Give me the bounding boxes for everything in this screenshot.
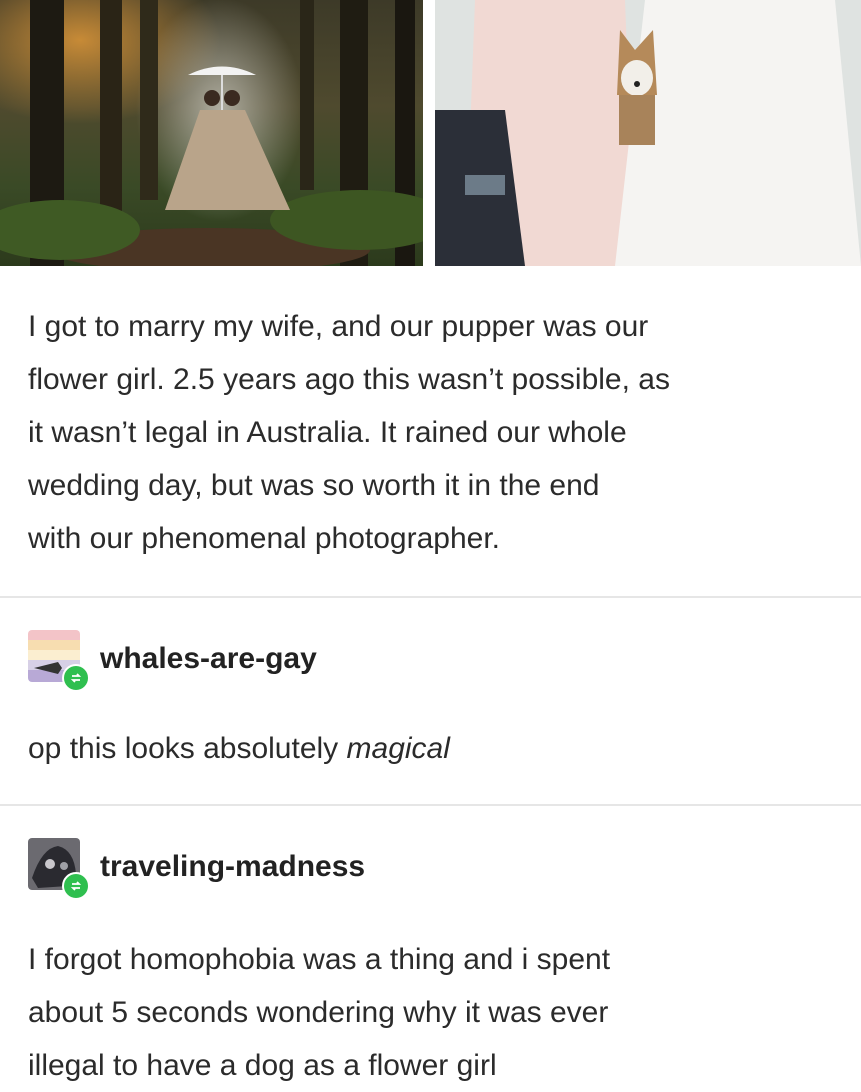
post-line: with our phenomenal photographer.	[28, 522, 501, 555]
reblog-icon	[62, 872, 90, 900]
post-line: I got to marry my wife, and our pupper w…	[28, 310, 649, 343]
comment-emphasis: magical	[346, 732, 450, 765]
wedding-photo-forest[interactable]	[0, 0, 423, 266]
divider	[0, 804, 861, 806]
comment-line: I forgot homophobia was a thing and i sp…	[28, 943, 611, 976]
avatar-container[interactable]	[28, 838, 90, 900]
post-line: it wasn’t legal in Australia. It rained …	[28, 416, 627, 449]
reblog-icon	[62, 664, 90, 692]
photo-set	[0, 0, 861, 266]
dresses-dog-image	[435, 0, 861, 266]
comment-line: illegal to have a dog as a flower girl	[28, 1049, 497, 1082]
post-body: I got to marry my wife, and our pupper w…	[28, 300, 838, 565]
comment-line: about 5 seconds wondering why it was eve…	[28, 996, 609, 1029]
post-line: wedding day, but was so worth it in the …	[28, 469, 600, 502]
reblog-comment: op this looks absolutely magical	[28, 722, 848, 775]
forest-scene-image	[0, 0, 423, 266]
reblog-comment: I forgot homophobia was a thing and i sp…	[28, 933, 848, 1092]
reblog-username[interactable]: whales-are-gay	[100, 642, 317, 676]
comment-text: op this looks absolutely	[28, 732, 347, 765]
avatar-container[interactable]	[28, 630, 90, 692]
reblog-username[interactable]: traveling-madness	[100, 850, 365, 884]
post-line: flower girl. 2.5 years ago this wasn’t p…	[28, 363, 670, 396]
wedding-photo-dresses[interactable]	[435, 0, 861, 266]
divider	[0, 596, 861, 598]
